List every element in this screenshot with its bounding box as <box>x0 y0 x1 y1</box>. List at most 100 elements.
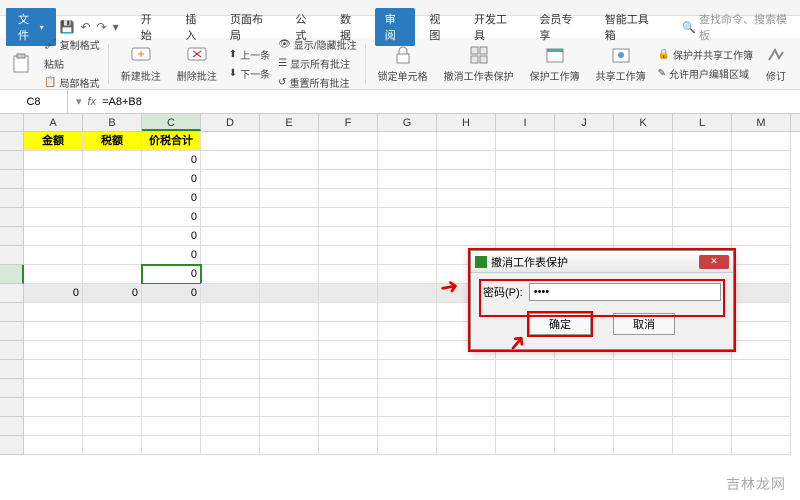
cell-G2[interactable] <box>378 151 437 170</box>
cell-G16[interactable] <box>378 417 437 436</box>
cell-B10[interactable] <box>83 303 142 322</box>
cell-D1[interactable] <box>201 132 260 151</box>
row-header[interactable] <box>0 170 24 189</box>
col-header-B[interactable]: B <box>83 114 142 131</box>
cell-D16[interactable] <box>201 417 260 436</box>
cell-G8[interactable] <box>378 265 437 284</box>
col-header-E[interactable]: E <box>260 114 319 131</box>
cell-B13[interactable] <box>83 360 142 379</box>
cell-E3[interactable] <box>260 170 319 189</box>
row-header[interactable] <box>0 417 24 436</box>
cell-M13[interactable] <box>732 360 791 379</box>
cell-B12[interactable] <box>83 341 142 360</box>
cell-H17[interactable] <box>437 436 496 455</box>
cell-E8[interactable] <box>260 265 319 284</box>
cell-H2[interactable] <box>437 151 496 170</box>
cell-I17[interactable] <box>496 436 555 455</box>
cell-E14[interactable] <box>260 379 319 398</box>
cell-G17[interactable] <box>378 436 437 455</box>
tab-7[interactable]: 开发工具 <box>464 8 525 46</box>
cell-B17[interactable] <box>83 436 142 455</box>
cell-K15[interactable] <box>614 398 673 417</box>
cell-F12[interactable] <box>319 341 378 360</box>
cell-G14[interactable] <box>378 379 437 398</box>
col-header-A[interactable]: A <box>24 114 83 131</box>
cell-C17[interactable] <box>142 436 201 455</box>
cell-L15[interactable] <box>673 398 732 417</box>
cell-G12[interactable] <box>378 341 437 360</box>
cell-M1[interactable] <box>732 132 791 151</box>
cell-A7[interactable] <box>24 246 83 265</box>
tab-0[interactable]: 开始 <box>131 8 172 46</box>
cell-H15[interactable] <box>437 398 496 417</box>
dialog-titlebar[interactable]: 撤消工作表保护 ✕ <box>471 251 733 273</box>
cell-I6[interactable] <box>496 227 555 246</box>
cell-L17[interactable] <box>673 436 732 455</box>
cell-M14[interactable] <box>732 379 791 398</box>
cell-A10[interactable] <box>24 303 83 322</box>
cell-C2[interactable]: 0 <box>142 151 201 170</box>
cell-M3[interactable] <box>732 170 791 189</box>
cell-I3[interactable] <box>496 170 555 189</box>
cell-C13[interactable] <box>142 360 201 379</box>
prev-comment-button[interactable]: ⬆上一条 <box>229 46 270 63</box>
cell-H6[interactable] <box>437 227 496 246</box>
cell-D2[interactable] <box>201 151 260 170</box>
row-header[interactable] <box>0 246 24 265</box>
cell-C6[interactable]: 0 <box>142 227 201 246</box>
cell-B16[interactable] <box>83 417 142 436</box>
cell-J3[interactable] <box>555 170 614 189</box>
cell-J6[interactable] <box>555 227 614 246</box>
col-header-J[interactable]: J <box>555 114 614 131</box>
cell-E4[interactable] <box>260 189 319 208</box>
cell-G6[interactable] <box>378 227 437 246</box>
cell-J17[interactable] <box>555 436 614 455</box>
showall-comments-button[interactable]: ☰显示所有批注 <box>278 55 356 72</box>
cell-G10[interactable] <box>378 303 437 322</box>
cell-M6[interactable] <box>732 227 791 246</box>
row-header[interactable] <box>0 151 24 170</box>
tab-8[interactable]: 会员专享 <box>529 8 590 46</box>
cell-L6[interactable] <box>673 227 732 246</box>
cell-C15[interactable] <box>142 398 201 417</box>
cell-K3[interactable] <box>614 170 673 189</box>
cell-H16[interactable] <box>437 417 496 436</box>
row-header[interactable] <box>0 398 24 417</box>
cell-F8[interactable] <box>319 265 378 284</box>
cell-A8[interactable] <box>24 265 83 284</box>
cell-C4[interactable]: 0 <box>142 189 201 208</box>
cell-J13[interactable] <box>555 360 614 379</box>
cell-E16[interactable] <box>260 417 319 436</box>
cell-D10[interactable] <box>201 303 260 322</box>
cell-G7[interactable] <box>378 246 437 265</box>
cell-B11[interactable] <box>83 322 142 341</box>
cell-D9[interactable] <box>201 284 260 303</box>
cell-G4[interactable] <box>378 189 437 208</box>
paste-button[interactable] <box>6 51 36 77</box>
cell-I13[interactable] <box>496 360 555 379</box>
cell-B1[interactable]: 税额 <box>83 132 142 151</box>
row-header[interactable] <box>0 208 24 227</box>
delete-comment-button[interactable]: 删除批注 <box>173 42 221 85</box>
col-header-D[interactable]: D <box>201 114 260 131</box>
cell-F2[interactable] <box>319 151 378 170</box>
cell-M15[interactable] <box>732 398 791 417</box>
tab-6[interactable]: 视图 <box>419 8 460 46</box>
cell-D3[interactable] <box>201 170 260 189</box>
undo-icon[interactable]: ↶ <box>81 20 91 34</box>
cell-G9[interactable] <box>378 284 437 303</box>
name-box[interactable]: C8 <box>0 90 68 113</box>
local-format-button[interactable]: 📋局部格式 <box>44 74 100 91</box>
share-workbook-button[interactable]: 共享工作簿 <box>592 42 650 85</box>
cell-I5[interactable] <box>496 208 555 227</box>
cell-E10[interactable] <box>260 303 319 322</box>
cell-J16[interactable] <box>555 417 614 436</box>
cell-G15[interactable] <box>378 398 437 417</box>
cell-A2[interactable] <box>24 151 83 170</box>
cell-E7[interactable] <box>260 246 319 265</box>
cell-F3[interactable] <box>319 170 378 189</box>
tab-5[interactable]: 审阅 <box>375 8 416 46</box>
cell-M5[interactable] <box>732 208 791 227</box>
cell-A11[interactable] <box>24 322 83 341</box>
allow-edit-ranges-button[interactable]: ✎允许用户编辑区域 <box>658 65 753 82</box>
